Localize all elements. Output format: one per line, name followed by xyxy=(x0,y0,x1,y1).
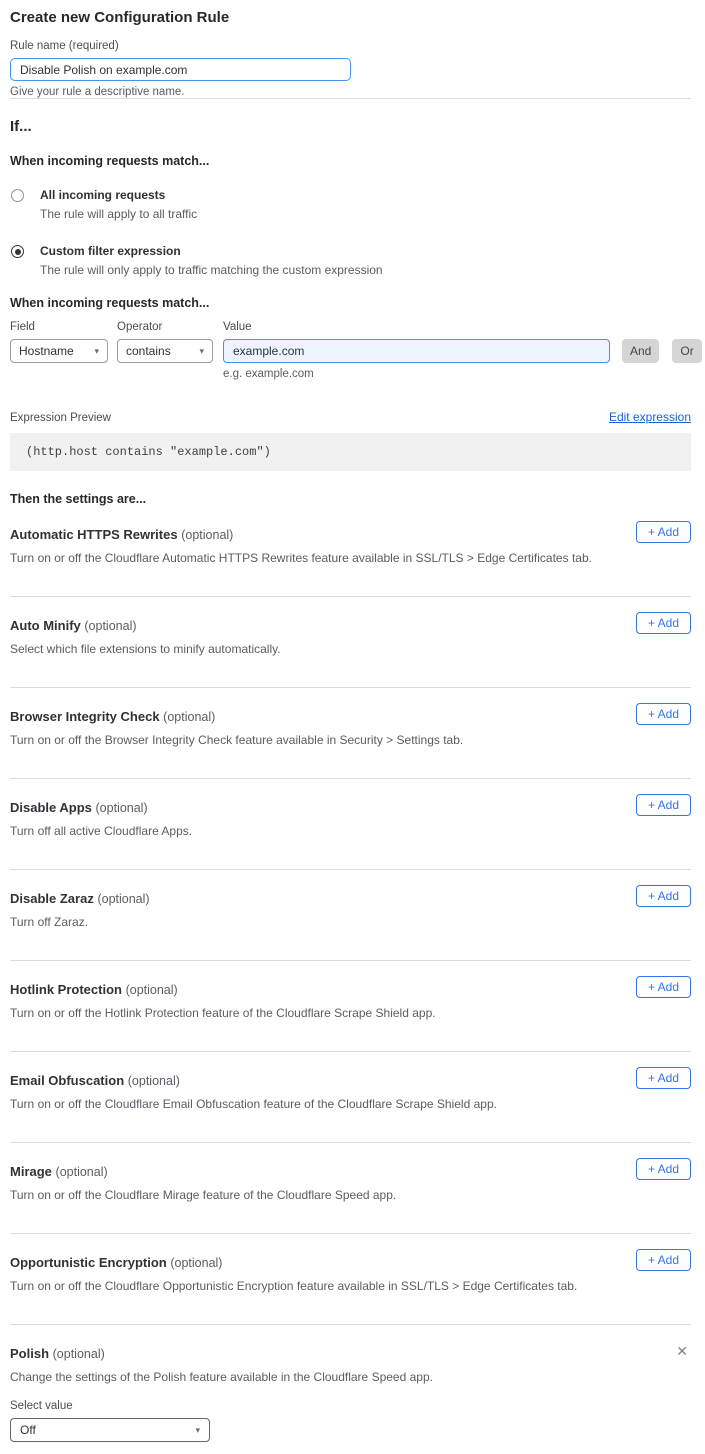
optional-tag: (optional) xyxy=(163,710,215,724)
setting-title: Polish (optional) xyxy=(10,1346,691,1361)
settings-row-automatic-https-rewrites: Automatic HTTPS Rewrites (optional) Turn… xyxy=(10,506,691,597)
radio-description: The rule will apply to all traffic xyxy=(40,207,197,221)
expression-preview-header: Expression Preview Edit expression xyxy=(10,410,691,424)
value-label: Value xyxy=(223,321,610,333)
operator-label: Operator xyxy=(117,321,223,333)
settings-row-disable-apps: Disable Apps (optional) Turn off all act… xyxy=(10,779,691,870)
radio-button-checked[interactable] xyxy=(11,245,24,258)
chevron-down-icon: ▾ xyxy=(195,1426,200,1435)
add-button[interactable]: + Add xyxy=(636,1158,691,1180)
operator-column: Operator contains ▾ xyxy=(117,321,223,363)
setting-title: Auto Minify (optional) xyxy=(10,618,691,633)
settings-row-polish: Polish (optional) ✕ Change the settings … xyxy=(10,1325,691,1454)
setting-description: Turn on or off the Cloudflare Automatic … xyxy=(10,551,691,565)
setting-title: Disable Apps (optional) xyxy=(10,800,691,815)
setting-title: Disable Zaraz (optional) xyxy=(10,891,691,906)
expression-builder-heading: When incoming requests match... xyxy=(10,296,691,310)
settings-row-mirage: Mirage (optional) Turn on or off the Clo… xyxy=(10,1143,691,1234)
settings-row-email-obfuscation: Email Obfuscation (optional) Turn on or … xyxy=(10,1052,691,1143)
optional-tag: (optional) xyxy=(53,1347,105,1361)
add-button[interactable]: + Add xyxy=(636,794,691,816)
radio-label: Custom filter expression xyxy=(40,244,383,258)
and-button[interactable]: And xyxy=(622,339,659,363)
chevron-down-icon: ▾ xyxy=(94,347,99,356)
operator-select[interactable]: contains ▾ xyxy=(117,339,213,363)
radio-button-unchecked[interactable] xyxy=(11,189,24,202)
rule-name-label: Rule name (required) xyxy=(10,40,691,52)
radio-option-custom-filter[interactable]: Custom filter expression The rule will o… xyxy=(10,244,691,277)
chevron-down-icon: ▾ xyxy=(199,347,204,356)
radio-description: The rule will only apply to traffic matc… xyxy=(40,263,383,277)
optional-tag: (optional) xyxy=(97,892,149,906)
setting-title: Automatic HTTPS Rewrites (optional) xyxy=(10,527,691,542)
divider xyxy=(10,98,691,99)
settings-row-disable-zaraz: Disable Zaraz (optional) Turn off Zaraz.… xyxy=(10,870,691,961)
field-column: Field Hostname ▾ xyxy=(10,321,117,363)
settings-row-browser-integrity-check: Browser Integrity Check (optional) Turn … xyxy=(10,688,691,779)
setting-title: Browser Integrity Check (optional) xyxy=(10,709,691,724)
expression-builder-row: Field Hostname ▾ Operator contains ▾ Val… xyxy=(10,321,691,380)
setting-description: Turn on or off the Cloudflare Email Obfu… xyxy=(10,1097,691,1111)
setting-description: Turn on or off the Browser Integrity Che… xyxy=(10,733,691,747)
settings-row-hotlink-protection: Hotlink Protection (optional) Turn on or… xyxy=(10,961,691,1052)
if-heading: If... xyxy=(10,118,691,135)
andor-spacer xyxy=(622,321,702,333)
close-icon[interactable]: ✕ xyxy=(676,1344,688,1358)
setting-description: Change the settings of the Polish featur… xyxy=(10,1370,691,1384)
or-button[interactable]: Or xyxy=(672,339,701,363)
add-button[interactable]: + Add xyxy=(636,1067,691,1089)
setting-title: Opportunistic Encryption (optional) xyxy=(10,1255,691,1270)
field-select-value: Hostname xyxy=(19,344,74,358)
edit-expression-link[interactable]: Edit expression xyxy=(609,410,691,424)
andor-column: And Or xyxy=(622,321,702,363)
operator-select-value: contains xyxy=(126,344,171,358)
field-select[interactable]: Hostname ▾ xyxy=(10,339,108,363)
radio-option-text: All incoming requests The rule will appl… xyxy=(40,188,197,221)
optional-tag: (optional) xyxy=(181,528,233,542)
value-helper: e.g. example.com xyxy=(223,368,610,380)
page-title: Create new Configuration Rule xyxy=(10,9,691,26)
polish-select-value: Off xyxy=(20,1423,36,1437)
settings-row-opportunistic-encryption: Opportunistic Encryption (optional) Turn… xyxy=(10,1234,691,1325)
setting-title: Email Obfuscation (optional) xyxy=(10,1073,691,1088)
setting-title: Hotlink Protection (optional) xyxy=(10,982,691,997)
select-value-label: Select value xyxy=(10,1400,691,1412)
add-button[interactable]: + Add xyxy=(636,1249,691,1271)
optional-tag: (optional) xyxy=(170,1256,222,1270)
match-heading: When incoming requests match... xyxy=(10,154,691,168)
add-button[interactable]: + Add xyxy=(636,612,691,634)
settings-row-auto-minify: Auto Minify (optional) Select which file… xyxy=(10,597,691,688)
setting-title: Mirage (optional) xyxy=(10,1164,691,1179)
add-button[interactable]: + Add xyxy=(636,703,691,725)
radio-label: All incoming requests xyxy=(40,188,197,202)
add-button[interactable]: + Add xyxy=(636,976,691,998)
rule-name-input[interactable] xyxy=(10,58,351,81)
add-button[interactable]: + Add xyxy=(636,885,691,907)
setting-description: Turn off Zaraz. xyxy=(10,915,691,929)
radio-option-all-incoming[interactable]: All incoming requests The rule will appl… xyxy=(10,188,691,221)
setting-description: Turn on or off the Cloudflare Mirage fea… xyxy=(10,1188,691,1202)
add-button[interactable]: + Add xyxy=(636,521,691,543)
then-settings-heading: Then the settings are... xyxy=(10,492,691,506)
expression-preview-code: (http.host contains "example.com") xyxy=(10,433,691,471)
polish-value-select[interactable]: Off ▾ xyxy=(10,1418,210,1442)
rule-name-helper: Give your rule a descriptive name. xyxy=(10,86,691,98)
value-column: Value e.g. example.com xyxy=(223,321,610,380)
setting-description: Select which file extensions to minify a… xyxy=(10,642,691,656)
optional-tag: (optional) xyxy=(84,619,136,633)
setting-description: Turn on or off the Cloudflare Opportunis… xyxy=(10,1279,691,1293)
optional-tag: (optional) xyxy=(126,983,178,997)
value-input[interactable] xyxy=(223,339,610,363)
expression-preview-label: Expression Preview xyxy=(10,412,111,424)
field-label: Field xyxy=(10,321,117,333)
setting-description: Turn on or off the Hotlink Protection fe… xyxy=(10,1006,691,1020)
optional-tag: (optional) xyxy=(128,1074,180,1088)
optional-tag: (optional) xyxy=(96,801,148,815)
create-configuration-rule-page: Create new Configuration Rule Rule name … xyxy=(0,0,705,1454)
setting-description: Turn off all active Cloudflare Apps. xyxy=(10,824,691,838)
optional-tag: (optional) xyxy=(56,1165,108,1179)
radio-option-text: Custom filter expression The rule will o… xyxy=(40,244,383,277)
